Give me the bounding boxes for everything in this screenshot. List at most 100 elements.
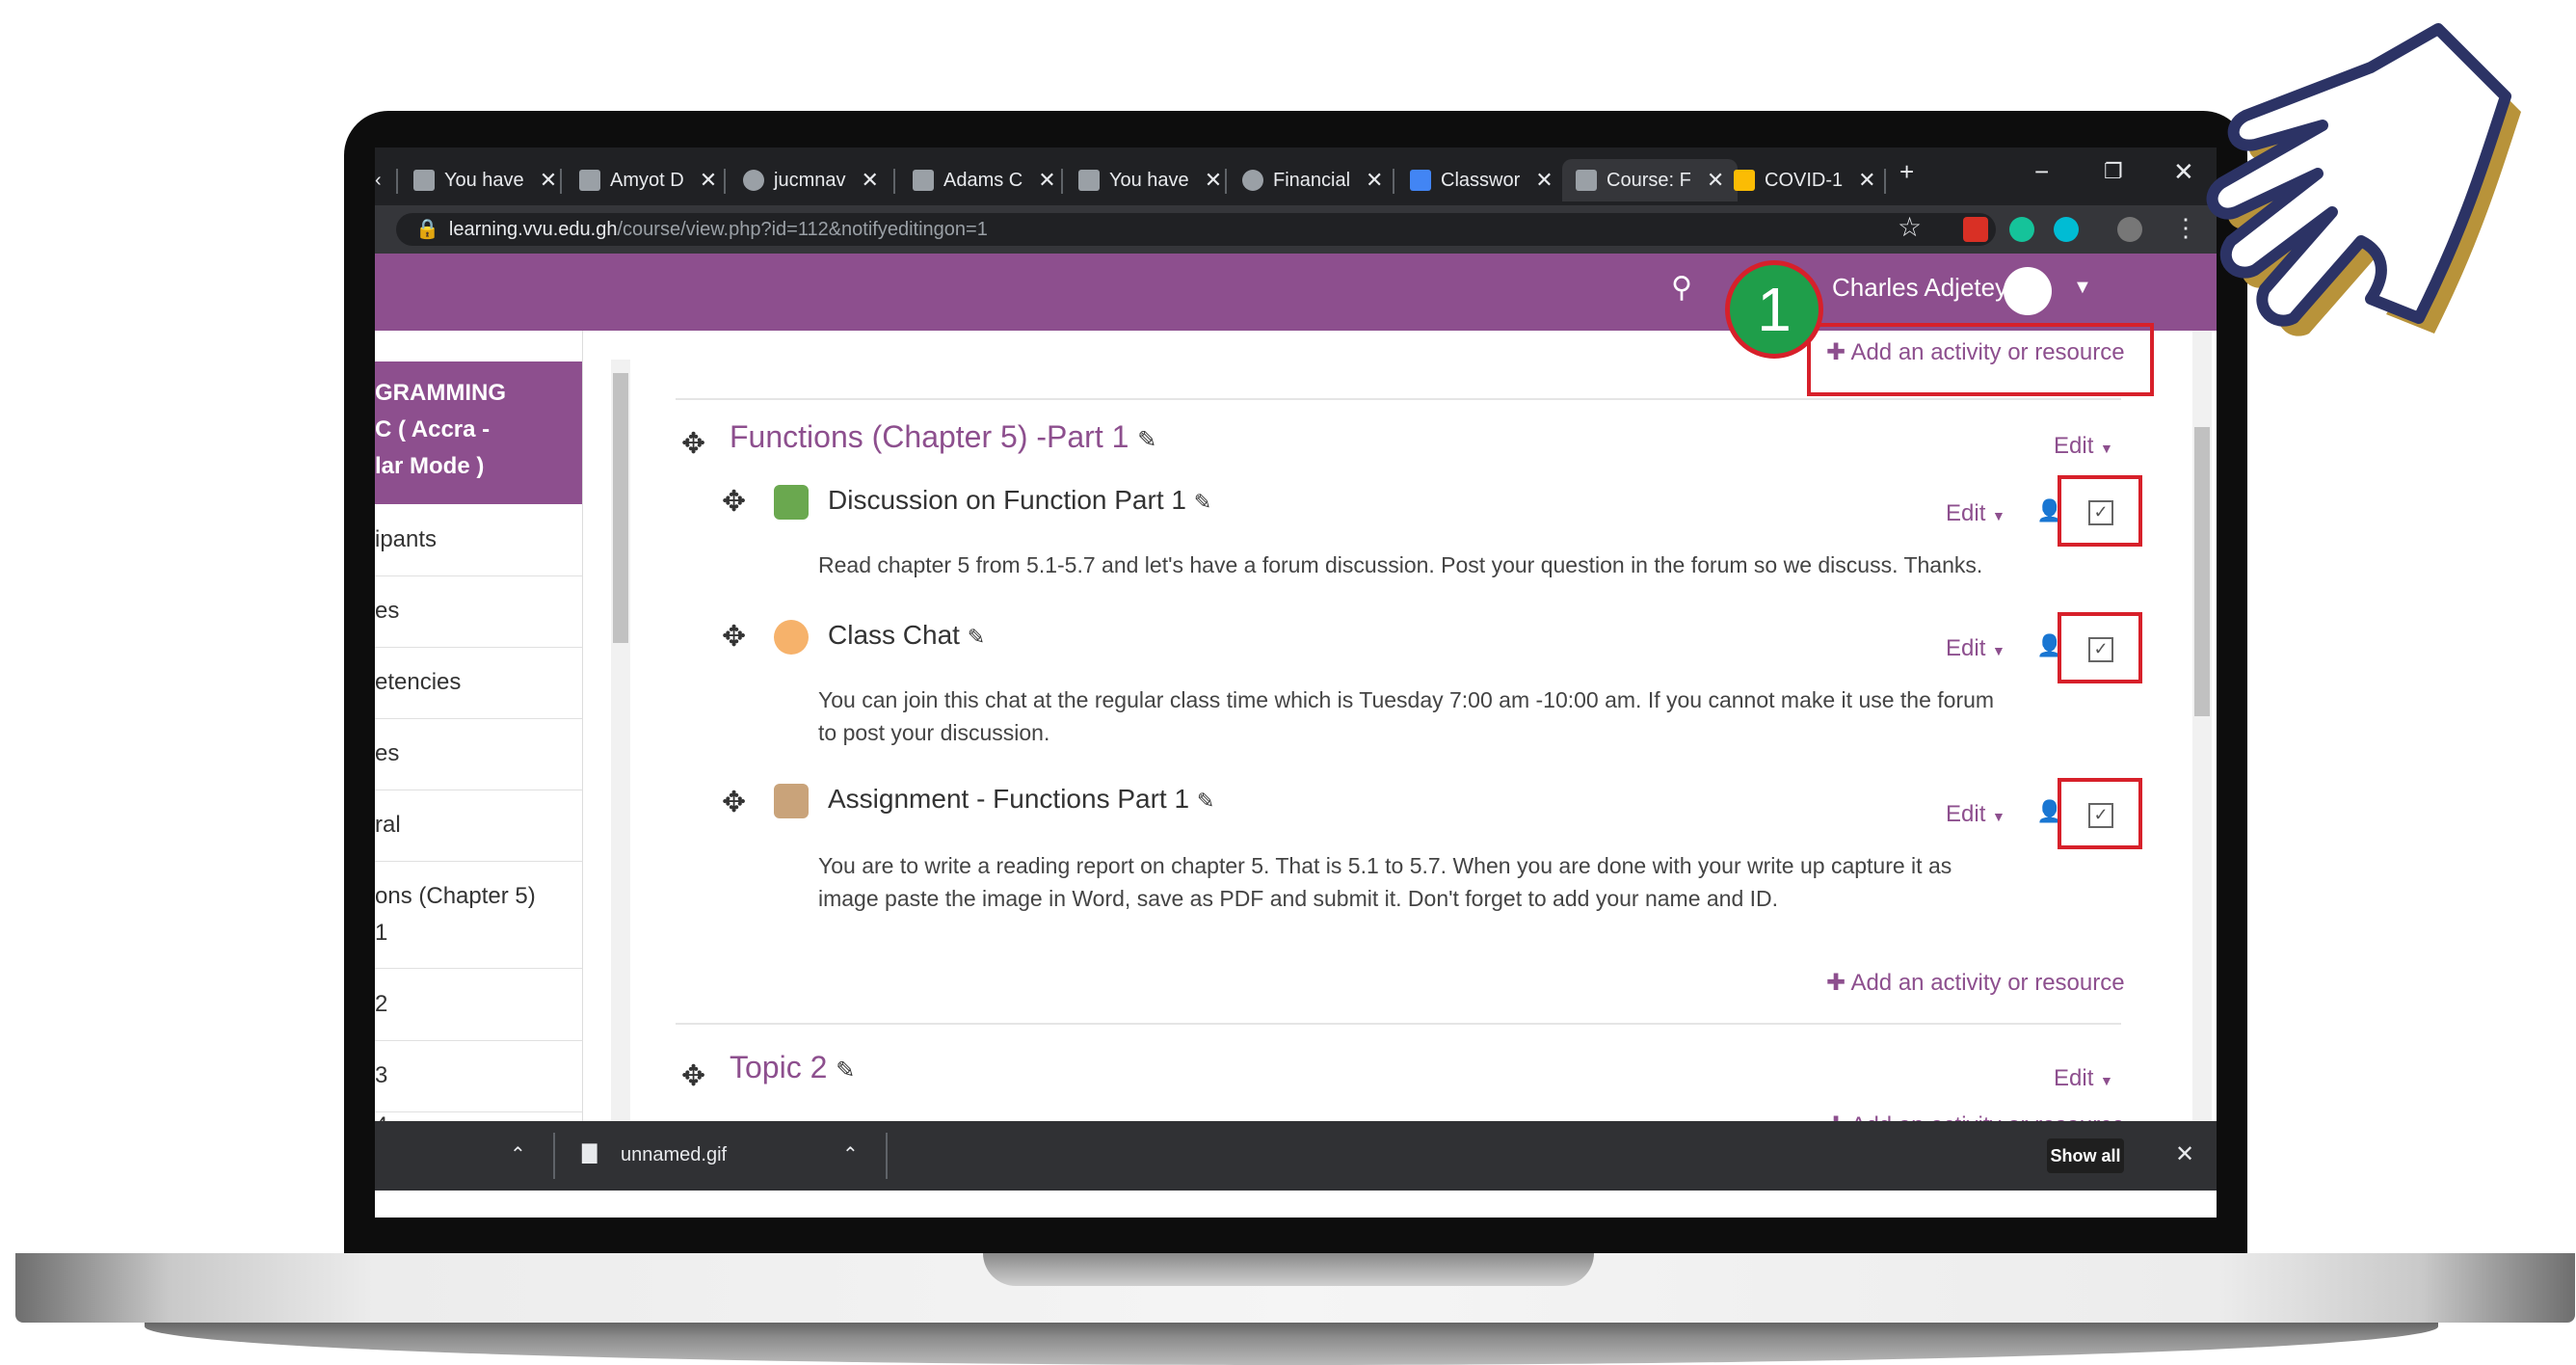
activity-edit-menu[interactable]: Edit ▼ <box>1946 801 2005 828</box>
url-field[interactable]: 🔒 learning.vvu.edu.gh/course/view.php?id=… <box>396 213 1996 246</box>
pencil-icon[interactable]: ✎ <box>968 625 985 649</box>
browser-tab[interactable]: Financial ✕ <box>1242 159 1383 201</box>
step-badge: 1 <box>1725 260 1823 359</box>
page-icon <box>579 170 600 191</box>
grammarly-icon[interactable] <box>2009 217 2034 242</box>
section-title[interactable]: Functions (Chapter 5) -Part 1 ✎ <box>730 419 1156 455</box>
activity-title[interactable]: Discussion on Function Part 1 ✎ <box>828 485 1211 516</box>
activity-edit-menu[interactable]: Edit ▼ <box>1946 500 2005 527</box>
avatar[interactable] <box>2004 267 2052 315</box>
course-title-block[interactable]: GRAMMING C ( Accra - lar Mode ) <box>375 361 582 504</box>
move-icon[interactable]: ✥ <box>722 620 746 654</box>
activity-title[interactable]: Class Chat ✎ <box>828 620 985 651</box>
chevron-down-icon[interactable]: ▼ <box>2073 277 2092 299</box>
pencil-icon[interactable]: ✎ <box>1137 427 1156 453</box>
sidebar-item[interactable]: ipants <box>375 504 582 576</box>
address-bar: 🔒 learning.vvu.edu.gh/course/view.php?id=… <box>375 205 2217 254</box>
user-name[interactable]: Charles Adjetey <box>1832 273 2007 303</box>
browser-tab[interactable]: COVID-1 ✕ <box>1734 159 1876 201</box>
add-activity-link[interactable]: ✚ Add an activity or resource <box>1826 969 2125 997</box>
chevron-down-icon: ▼ <box>1992 508 2005 523</box>
restore-icon[interactable]: ❐ <box>2104 159 2123 184</box>
bookmark-star-icon[interactable]: ☆ <box>1898 211 1922 243</box>
sidebar-item[interactable]: es <box>375 575 582 648</box>
move-icon[interactable]: ✥ <box>681 1059 705 1093</box>
browser-tab[interactable]: Adams C ✕ <box>913 159 1056 201</box>
browser-tab[interactable]: Amyot D ✕ <box>579 159 717 201</box>
completion-checkbox[interactable]: ✓ <box>2088 637 2113 662</box>
chevron-up-icon[interactable]: ⌃ <box>842 1142 859 1166</box>
pencil-icon[interactable]: ✎ <box>1194 490 1211 514</box>
sidebar-item[interactable]: 3 <box>375 1040 582 1112</box>
close-icon[interactable]: ✕ <box>1707 168 1724 193</box>
activity-edit-menu[interactable]: Edit ▼ <box>1946 635 2005 662</box>
profile-icon[interactable] <box>2117 217 2142 242</box>
sidebar-item[interactable]: etencies <box>375 647 582 719</box>
browser-tab[interactable]: jucmnav ✕ <box>743 159 879 201</box>
show-all-button[interactable]: Show all <box>2047 1138 2124 1173</box>
chevron-down-icon: ▼ <box>1992 643 2005 658</box>
search-icon[interactable]: ⚲ <box>1671 271 1692 305</box>
activity-description: Read chapter 5 from 5.1-5.7 and let's ha… <box>818 552 1983 577</box>
close-icon[interactable]: ✕ <box>700 168 717 193</box>
divider <box>676 398 2121 400</box>
move-icon[interactable]: ✥ <box>722 485 746 519</box>
laptop-screen: ‹ You have ✕ Amyot D ✕ jucmnav ✕ Adams C ✕ Y… <box>375 147 2217 1218</box>
course-nav-sidebar: GRAMMING C ( Accra - lar Mode ) ipants e… <box>375 331 583 1138</box>
globe-icon <box>1242 170 1263 191</box>
browser-tab-active[interactable]: Course: F ✕ <box>1562 159 1739 201</box>
close-icon[interactable]: ✕ <box>1535 168 1553 193</box>
close-icon[interactable]: ✕ <box>1205 168 1222 193</box>
lock-icon: 🔒 <box>415 219 439 240</box>
chevron-down-icon: ▼ <box>2100 441 2113 456</box>
browser-tab[interactable]: You have ✕ <box>1078 159 1222 201</box>
sidebar-item[interactable]: ral <box>375 790 582 862</box>
scrollbar-thumb[interactable] <box>613 373 628 643</box>
pencil-icon[interactable]: ✎ <box>836 1057 855 1084</box>
page-icon <box>1078 170 1100 191</box>
pencil-icon[interactable]: ✎ <box>1197 789 1214 813</box>
forum-icon <box>774 485 809 520</box>
completion-checkbox[interactable]: ✓ <box>2088 500 2113 525</box>
downloads-bar: ⌃ ▇ unnamed.gif ⌃ Show all ✕ <box>375 1121 2217 1191</box>
close-icon[interactable]: ✕ <box>2175 1140 2194 1168</box>
browser-tab-bar: ‹ You have ✕ Amyot D ✕ jucmnav ✕ Adams C ✕ Y… <box>375 147 2217 205</box>
course-content: ✚ Add an activity or resource ✥ Function… <box>664 323 2167 1138</box>
sidebar-item[interactable]: ons (Chapter 5) 1 <box>375 861 582 969</box>
close-icon[interactable]: ✕ <box>1858 168 1875 193</box>
download-file-name[interactable]: unnamed.gif <box>621 1144 727 1166</box>
laptop-hinge <box>569 1217 1590 1255</box>
section-edit-menu[interactable]: Edit ▼ <box>2054 433 2113 460</box>
add-activity-link[interactable]: ✚ Add an activity or resource <box>1826 338 2125 366</box>
close-icon[interactable]: ✕ <box>861 168 878 193</box>
sidebar-item[interactable]: 2 <box>375 969 582 1041</box>
minimize-icon[interactable]: − <box>2034 157 2049 187</box>
sidebar-scrollbar[interactable] <box>611 360 630 1121</box>
move-icon[interactable]: ✥ <box>722 786 746 819</box>
scrollbar-thumb[interactable] <box>2194 427 2210 716</box>
classroom-icon <box>1410 170 1431 191</box>
chevron-down-icon: ▼ <box>1992 809 2005 824</box>
chevron-up-icon[interactable]: ⌃ <box>510 1142 526 1166</box>
activity-title[interactable]: Assignment - Functions Part 1 ✎ <box>828 784 1214 815</box>
new-tab-icon[interactable]: + <box>1899 157 1914 187</box>
sidebar-item[interactable]: es <box>375 718 582 790</box>
plus-icon: ✚ <box>1826 339 1851 365</box>
plus-icon: ✚ <box>1826 970 1851 996</box>
tab-scroll-left[interactable]: ‹ <box>375 159 382 201</box>
section-title[interactable]: Topic 2 ✎ <box>730 1050 855 1085</box>
browser-tab[interactable]: You have ✕ <box>413 159 557 201</box>
section-edit-menu[interactable]: Edit ▼ <box>2054 1065 2113 1092</box>
main-scrollbar[interactable] <box>2192 331 2212 1131</box>
completion-checkbox[interactable]: ✓ <box>2088 803 2113 828</box>
pointing-hand-icon <box>2206 23 2521 336</box>
chevron-down-icon: ▼ <box>2100 1073 2113 1088</box>
browser-tab[interactable]: Classwor ✕ <box>1410 159 1554 201</box>
extension-icon[interactable] <box>1963 217 1988 242</box>
extension-icon[interactable] <box>2054 217 2079 242</box>
close-icon[interactable]: ✕ <box>540 168 557 193</box>
page-icon <box>413 170 435 191</box>
move-icon[interactable]: ✥ <box>681 427 705 461</box>
close-icon[interactable]: ✕ <box>1366 168 1383 193</box>
close-icon[interactable]: ✕ <box>1038 168 1055 193</box>
